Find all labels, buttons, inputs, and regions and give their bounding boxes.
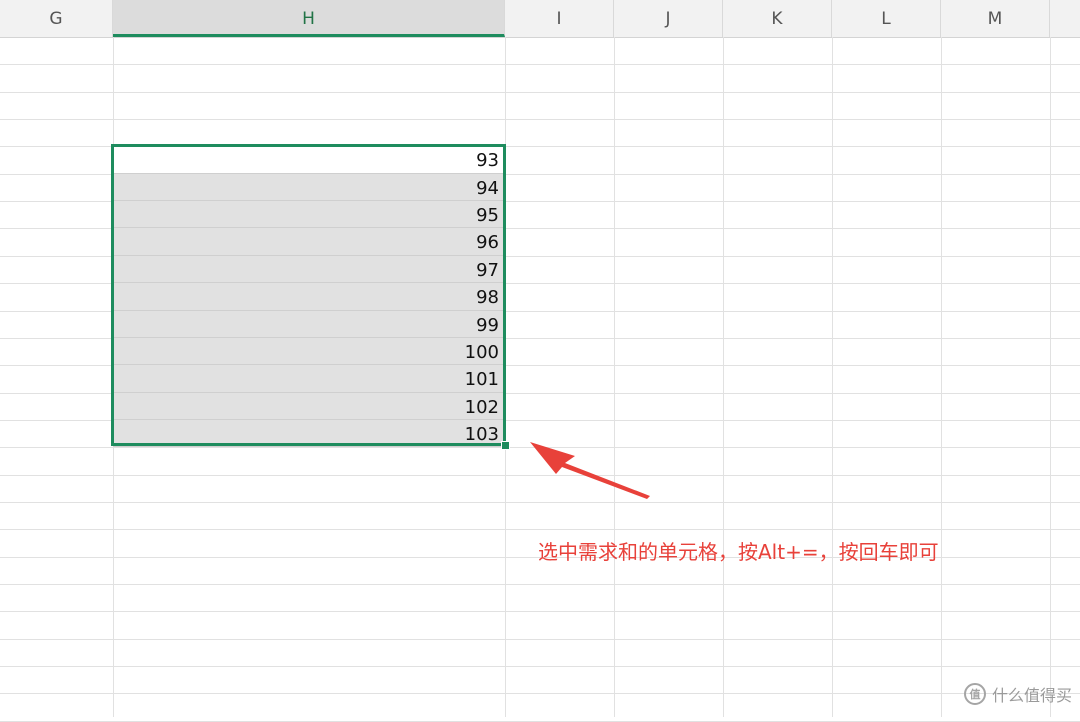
grid-row-line (0, 611, 1080, 612)
grid-column-line (832, 37, 833, 717)
cell-h11[interactable]: 103 (113, 420, 505, 447)
watermark-logo-icon: 值 (963, 683, 986, 705)
grid-row-line (0, 64, 1080, 65)
grid-row-line (0, 92, 1080, 93)
grid-column-line (614, 37, 615, 717)
watermark-text: 什么值得买 (991, 686, 1072, 705)
grid-column-line (1050, 37, 1051, 717)
grid-row-line (0, 639, 1080, 640)
column-header-l[interactable]: L (832, 0, 941, 37)
column-header-j[interactable]: J (614, 0, 723, 37)
cell-h8[interactable]: 100 (113, 338, 505, 365)
red-arrow-annotation (530, 442, 650, 499)
cell-h2[interactable]: 94 (113, 174, 505, 201)
watermark: 值 什么值得买 (963, 681, 1072, 707)
grid-row-line (0, 502, 1080, 503)
spreadsheet-grid[interactable]: GHIJKLM 93 94 95 96 97 98 99 100 101 102 103 (0, 0, 1080, 722)
column-header-m[interactable]: M (941, 0, 1050, 37)
grid-column-line (941, 37, 942, 717)
grid-row-line (0, 693, 1080, 694)
cell-h9[interactable]: 101 (113, 365, 505, 393)
grid-row-line (0, 529, 1080, 530)
cell-h5[interactable]: 97 (113, 256, 505, 283)
cell-h1[interactable]: 93 (113, 146, 505, 174)
cell-h6[interactable]: 98 (113, 283, 505, 311)
grid-row-line (0, 119, 1080, 120)
cell-h7[interactable]: 99 (113, 311, 505, 338)
grid-column-line (505, 37, 506, 717)
column-header-g[interactable]: G (0, 0, 113, 37)
column-header-i[interactable]: I (505, 0, 614, 37)
cell-h4[interactable]: 96 (113, 228, 505, 256)
instruction-annotation: 选中需求和的单元格，按Alt+=，按回车即可 (538, 540, 939, 564)
cell-h10[interactable]: 102 (113, 393, 505, 420)
cell-h3[interactable]: 95 (113, 201, 505, 228)
grid-row-line (0, 666, 1080, 667)
column-header-h[interactable]: H (113, 0, 505, 37)
fill-handle[interactable] (501, 441, 510, 450)
grid-row-line (0, 584, 1080, 585)
grid-column-line (723, 37, 724, 717)
column-header-k[interactable]: K (723, 0, 832, 37)
